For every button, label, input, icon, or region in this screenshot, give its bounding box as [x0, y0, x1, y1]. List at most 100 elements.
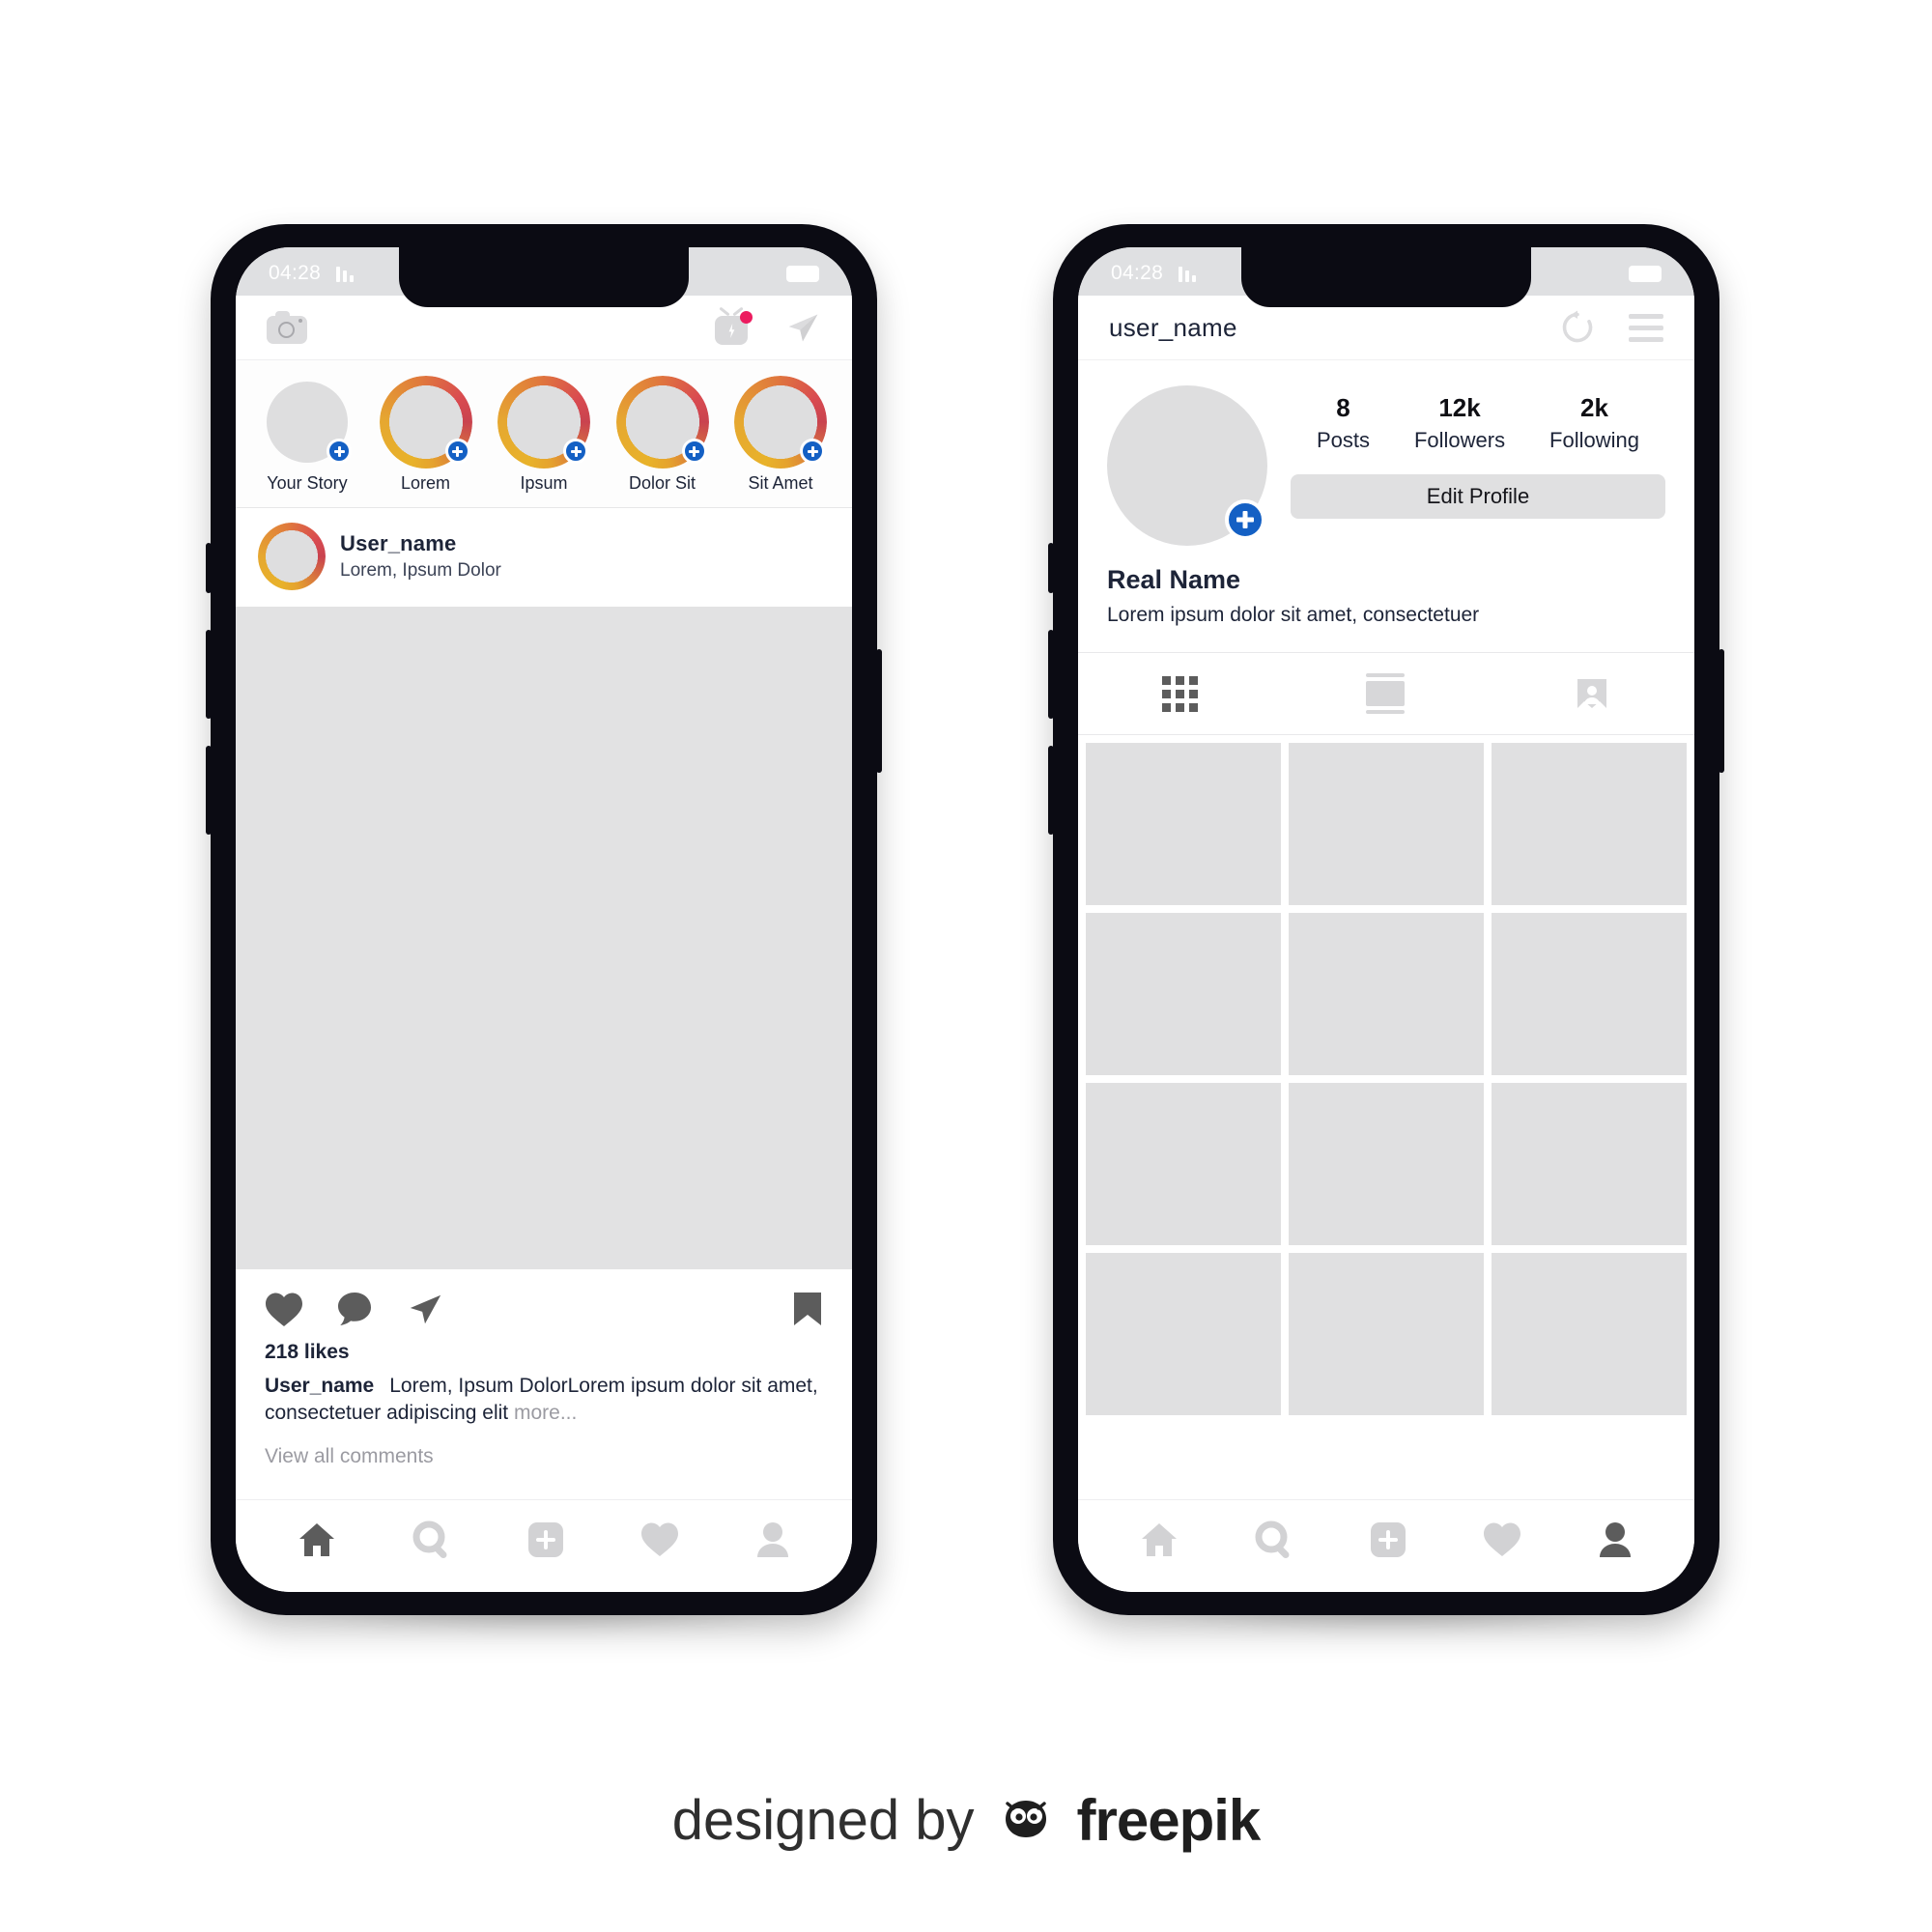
story-avatar[interactable]: [503, 382, 588, 464]
stat-label: Following: [1549, 428, 1639, 452]
story-item[interactable]: Your Story: [253, 382, 361, 494]
grid-cell[interactable]: [1086, 913, 1281, 1075]
freepik-mascot-icon: [996, 1791, 1056, 1851]
stat-following[interactable]: 2k Following: [1549, 393, 1639, 453]
activity-heart-icon[interactable]: [640, 1521, 679, 1557]
activity-heart-icon[interactable]: [1483, 1521, 1521, 1557]
mute-switch[interactable]: [206, 543, 212, 593]
tagged-photos-icon[interactable]: [1574, 675, 1610, 712]
stat-value: 2k: [1580, 393, 1608, 422]
volume-up-button[interactable]: [1048, 630, 1054, 719]
signal-bars-icon: [336, 266, 355, 282]
refresh-circular-arrow-icon[interactable]: [1559, 309, 1596, 346]
story-avatar[interactable]: [621, 382, 707, 464]
story-item[interactable]: Ipsum: [490, 382, 598, 494]
status-bar-left: 04:28: [1111, 262, 1197, 285]
grid-cell[interactable]: [1289, 913, 1484, 1075]
status-bar-left: 04:28: [269, 262, 355, 285]
bio-description: Lorem ipsum dolor sit amet, consectetuer: [1107, 604, 1480, 626]
home-icon[interactable]: [1140, 1521, 1179, 1558]
post-author-avatar[interactable]: [263, 527, 321, 585]
profile-screen: 04:28 user_name 8 Posts 12k Followers 2k…: [1078, 247, 1694, 1592]
feed-screen: 04:28 Your Story Lorem Ipsum Dolor Sit S…: [236, 247, 852, 1592]
caption-username[interactable]: User_name: [265, 1375, 374, 1397]
post-caption: User_name Lorem, Ipsum DolorLorem ipsum d…: [265, 1373, 823, 1427]
phone-mockup-feed: 04:28 Your Story Lorem Ipsum Dolor Sit S…: [206, 224, 882, 1632]
comment-bubble-icon[interactable]: [336, 1291, 373, 1327]
post-image-placeholder[interactable]: [236, 607, 852, 1269]
grid-cell[interactable]: [1289, 743, 1484, 905]
grid-cell[interactable]: [1492, 1083, 1687, 1245]
story-label: Your Story: [267, 473, 348, 493]
add-story-plus-icon[interactable]: [327, 439, 352, 464]
view-all-comments-link[interactable]: View all comments: [265, 1445, 823, 1468]
list-view-icon[interactable]: [1366, 673, 1406, 714]
stories-tray[interactable]: Your Story Lorem Ipsum Dolor Sit Sit Ame…: [236, 359, 852, 508]
grid-cell[interactable]: [1492, 1253, 1687, 1415]
power-button[interactable]: [1719, 649, 1724, 773]
add-story-plus-icon[interactable]: [563, 439, 588, 464]
grid-cell[interactable]: [1086, 1253, 1281, 1415]
volume-down-button[interactable]: [1048, 746, 1054, 835]
grid-cell[interactable]: [1289, 1083, 1484, 1245]
paper-plane-icon[interactable]: [784, 310, 821, 345]
story-item[interactable]: Lorem: [372, 382, 480, 494]
hamburger-menu-icon[interactable]: [1629, 313, 1663, 342]
feed-header-actions: [713, 306, 821, 345]
post-meta: 218 likes User_name Lorem, Ipsum DolorLor…: [236, 1339, 852, 1489]
story-avatar[interactable]: [740, 382, 825, 464]
add-story-plus-icon[interactable]: [1225, 499, 1265, 540]
story-avatar[interactable]: [384, 382, 470, 464]
search-icon[interactable]: [412, 1520, 451, 1559]
volume-down-button[interactable]: [206, 746, 212, 835]
home-icon[interactable]: [298, 1521, 336, 1558]
story-label: Sit Amet: [748, 473, 813, 493]
grid-cell[interactable]: [1086, 743, 1281, 905]
battery-icon: [786, 265, 819, 282]
igtv-icon[interactable]: [713, 306, 753, 345]
photo-grid: [1078, 735, 1694, 1415]
volume-up-button[interactable]: [206, 630, 212, 719]
add-story-plus-icon[interactable]: [681, 439, 707, 464]
stat-followers[interactable]: 12k Followers: [1414, 393, 1505, 453]
grid-cell[interactable]: [1086, 1083, 1281, 1245]
story-item[interactable]: Dolor Sit: [609, 382, 717, 494]
post-author-info: User_name Lorem, Ipsum Dolor: [340, 531, 501, 582]
stat-label: Posts: [1316, 428, 1370, 452]
profile-person-icon[interactable]: [755, 1521, 790, 1558]
power-button[interactable]: [876, 649, 882, 773]
add-post-icon[interactable]: [1370, 1521, 1406, 1558]
caption-more-link[interactable]: more...: [514, 1402, 577, 1424]
add-story-plus-icon[interactable]: [444, 439, 470, 464]
grid-cell[interactable]: [1492, 743, 1687, 905]
add-post-icon[interactable]: [527, 1521, 564, 1558]
search-icon[interactable]: [1255, 1520, 1293, 1559]
stat-posts[interactable]: 8 Posts: [1317, 393, 1370, 453]
stat-label: Followers: [1413, 428, 1506, 452]
post-likes-count[interactable]: 218 likes: [265, 1341, 823, 1364]
post-username[interactable]: User_name: [340, 531, 501, 556]
poster-canvas: 04:28 Your Story Lorem Ipsum Dolor Sit S…: [0, 0, 1932, 1932]
grid-cell[interactable]: [1492, 913, 1687, 1075]
signal-bars-icon: [1179, 266, 1197, 282]
edit-profile-button[interactable]: Edit Profile: [1291, 474, 1665, 519]
grid-cell[interactable]: [1289, 1253, 1484, 1415]
add-story-plus-icon[interactable]: [800, 439, 825, 464]
heart-icon[interactable]: [265, 1292, 303, 1327]
phone-notch: [399, 247, 689, 307]
profile-avatar-wrapper: [1107, 385, 1267, 546]
profile-header-actions: [1559, 309, 1663, 346]
camera-icon[interactable]: [267, 311, 307, 344]
story-avatar[interactable]: [267, 382, 352, 464]
post-header: User_name Lorem, Ipsum Dolor: [236, 508, 852, 607]
bookmark-icon[interactable]: [792, 1291, 823, 1327]
profile-person-icon[interactable]: [1598, 1521, 1633, 1558]
story-item[interactable]: Sit Amet: [726, 382, 835, 494]
mute-switch[interactable]: [1048, 543, 1054, 593]
profile-stats: 8 Posts 12k Followers 2k Following: [1291, 393, 1665, 453]
story-label: Dolor Sit: [628, 473, 696, 493]
paper-plane-icon[interactable]: [406, 1291, 444, 1327]
grid-view-icon[interactable]: [1162, 675, 1199, 712]
post-location[interactable]: Lorem, Ipsum Dolor: [340, 560, 501, 582]
stat-value: 12k: [1438, 393, 1481, 422]
